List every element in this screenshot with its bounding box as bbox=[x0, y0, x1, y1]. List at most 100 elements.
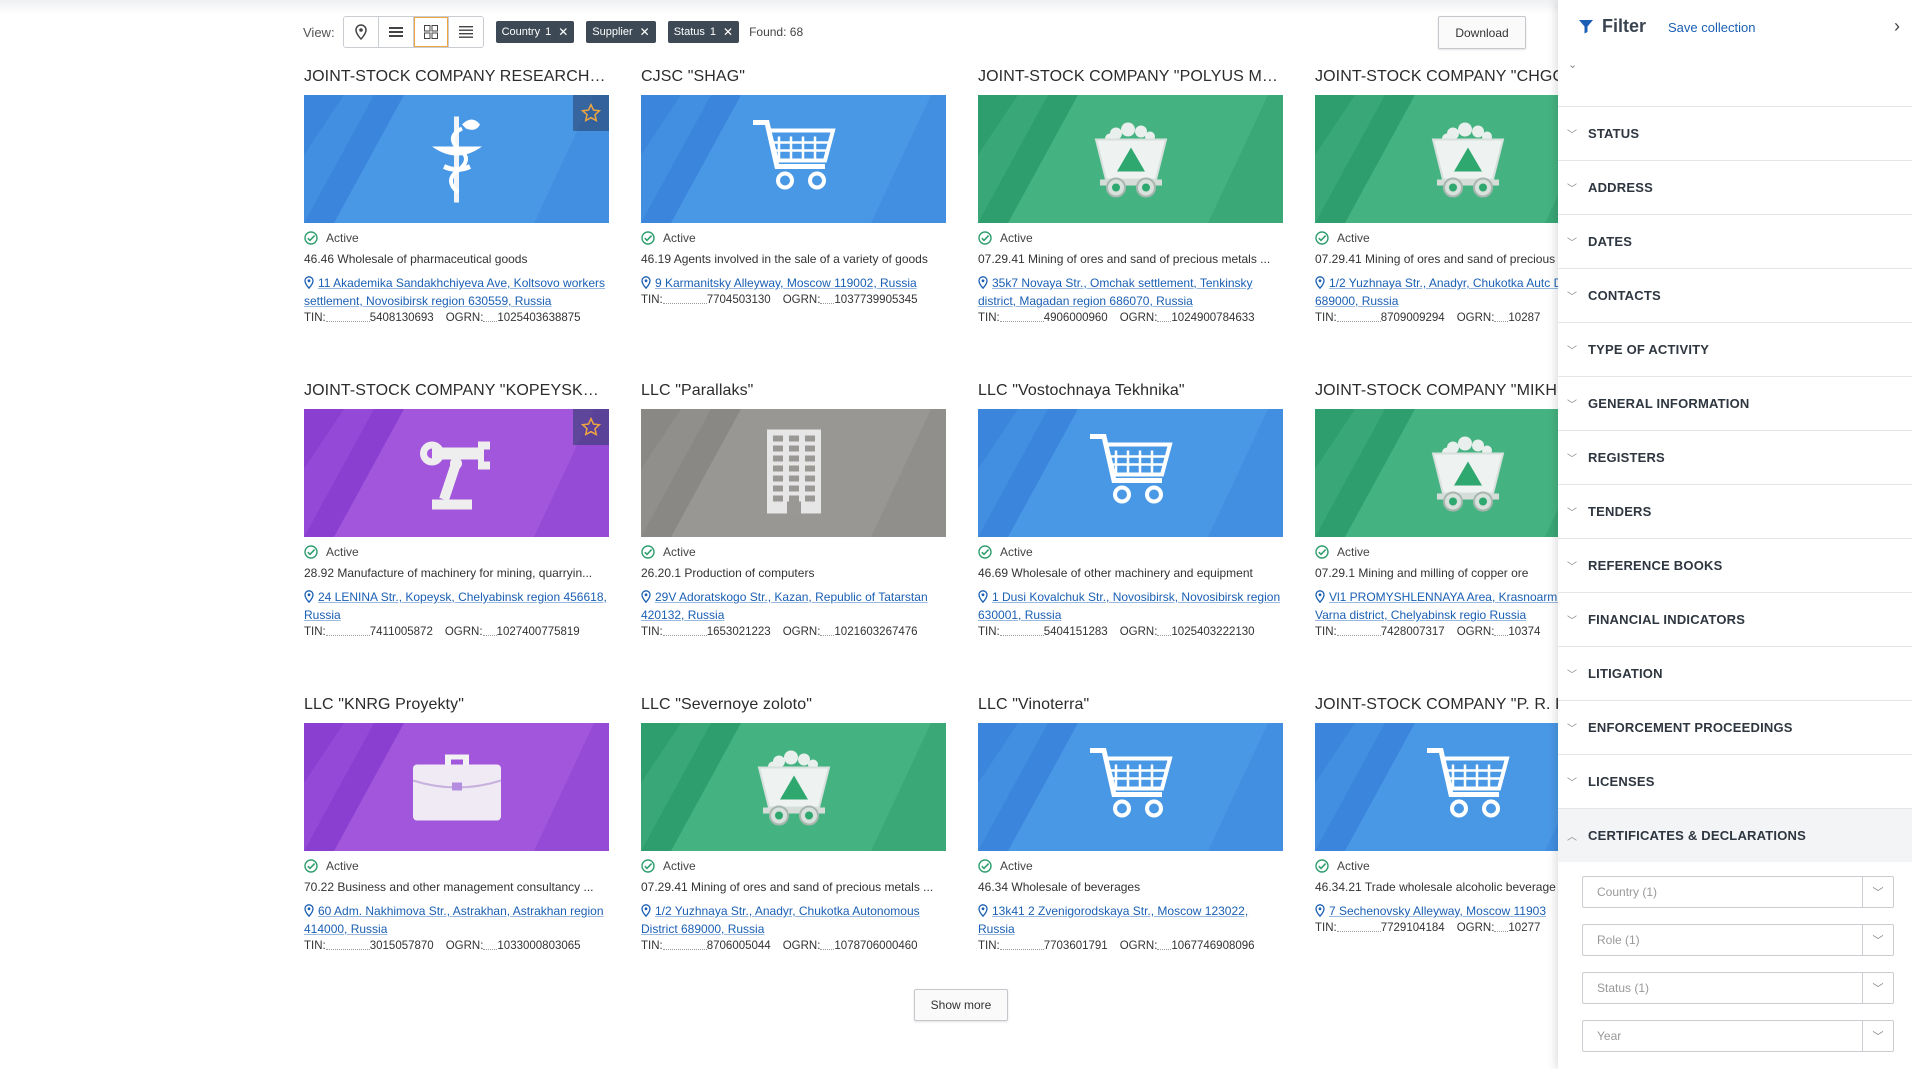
company-name[interactable]: LLC "KNRG Proyekty" bbox=[304, 694, 609, 716]
company-banner[interactable] bbox=[641, 95, 946, 223]
filter-section-financial-indicators[interactable]: ﹀ FINANCIAL INDICATORS bbox=[1558, 592, 1912, 646]
location-pin-icon bbox=[978, 904, 988, 917]
collapse-panel-chevron-icon[interactable]: › bbox=[1894, 16, 1900, 37]
filter-section-reference-books[interactable]: ﹀ REFERENCE BOOKS bbox=[1558, 538, 1912, 592]
shopping-cart-icon bbox=[1086, 431, 1176, 516]
filter-select-year[interactable]: Year ﹀ bbox=[1582, 1020, 1894, 1052]
filter-section-litigation[interactable]: ﹀ LITIGATION bbox=[1558, 646, 1912, 700]
status-badge: Active bbox=[304, 230, 609, 246]
company-banner[interactable] bbox=[304, 409, 609, 537]
location-pin-icon bbox=[641, 276, 651, 289]
company-card[interactable]: LLC "Severnoye zoloto" Active 07.29.41 M… bbox=[641, 694, 946, 954]
filter-section-registers[interactable]: ﹀ REGISTERS bbox=[1558, 430, 1912, 484]
filter-section-contacts[interactable]: ﹀ CONTACTS bbox=[1558, 268, 1912, 322]
company-banner[interactable] bbox=[304, 95, 609, 223]
company-card[interactable]: JOINT-STOCK COMPANY "CHGGK Active 07.29.… bbox=[1315, 66, 1558, 326]
favorite-star-icon[interactable] bbox=[573, 409, 609, 445]
company-banner[interactable] bbox=[978, 723, 1283, 851]
company-banner[interactable] bbox=[641, 723, 946, 851]
save-collection-link[interactable]: Save collection bbox=[1668, 20, 1755, 35]
address-link[interactable]: 29V Adoratskogo Str., Kazan, Republic of… bbox=[641, 588, 946, 624]
filter-select-country[interactable]: Country (1) ﹀ bbox=[1582, 876, 1894, 908]
company-card[interactable]: JOINT-STOCK COMPANY RESEARCH A... Active… bbox=[304, 66, 609, 326]
favorite-star-icon[interactable] bbox=[573, 95, 609, 131]
filter-section-status[interactable]: ﹀ STATUS bbox=[1558, 106, 1912, 160]
company-banner[interactable] bbox=[641, 409, 946, 537]
address-link[interactable]: Vl1 PROMYSHLENNAYA Area, Krasnoarm settl… bbox=[1315, 588, 1558, 624]
company-banner[interactable] bbox=[1315, 409, 1558, 537]
company-name[interactable]: LLC "Severnoye zoloto" bbox=[641, 694, 946, 716]
activity-description: 46.34 Wholesale of beverages bbox=[978, 880, 1141, 894]
company-card[interactable]: JOINT-STOCK COMPANY "KOPEYSKY ... Active… bbox=[304, 380, 609, 640]
company-card[interactable]: JOINT-STOCK COMPANY "P. R. RU Active 46.… bbox=[1315, 694, 1558, 936]
company-banner[interactable] bbox=[978, 409, 1283, 537]
collapse-all-icon[interactable]: ⌄ bbox=[1568, 58, 1577, 71]
toolbar: View: Country 1 ✕ Supplier ✕ Status 1 ✕ Found… bbox=[303, 16, 803, 48]
filter-section-type-of-activity[interactable]: ﹀ TYPE OF ACTIVITY bbox=[1558, 322, 1912, 376]
activity-description: 46.46 Wholesale of pharmaceutical goods bbox=[304, 252, 528, 266]
company-name[interactable]: JOINT-STOCK COMPANY "MIKHE bbox=[1315, 380, 1558, 402]
address-link[interactable]: 9 Karmanitsky Alleyway, Moscow 119002, R… bbox=[641, 274, 946, 292]
address-link[interactable]: 24 LENINA Str., Kopeysk, Chelyabinsk reg… bbox=[304, 588, 609, 624]
close-icon[interactable]: ✕ bbox=[558, 25, 568, 39]
show-more-button[interactable]: Show more bbox=[914, 989, 1008, 1021]
company-name[interactable]: JOINT-STOCK COMPANY "POLYUS MA... bbox=[978, 66, 1283, 88]
company-banner[interactable] bbox=[978, 95, 1283, 223]
company-card[interactable]: CJSC "SHAG" Active 46.19 Agents involved… bbox=[641, 66, 946, 308]
address-link[interactable]: 1/2 Yuzhnaya Str., Anadyr, Chukotka Autc… bbox=[1315, 274, 1558, 310]
address-link[interactable]: 11 Akademika Sandakhchiyeva Ave, Koltsov… bbox=[304, 274, 609, 310]
company-name[interactable]: LLC "Vinoterra" bbox=[978, 694, 1283, 716]
filter-chip-supplier[interactable]: Supplier ✕ bbox=[586, 21, 656, 43]
address-link[interactable]: 7 Sechenovsky Alleyway, Moscow 11903 bbox=[1315, 902, 1558, 920]
filter-select-role[interactable]: Role (1) ﹀ bbox=[1582, 924, 1894, 956]
location-pin-icon bbox=[1315, 904, 1325, 917]
company-name[interactable]: LLC "Parallaks" bbox=[641, 380, 946, 402]
chevron-down-icon: ﹀ bbox=[1567, 562, 1577, 573]
filter-chip-status[interactable]: Status 1 ✕ bbox=[667, 21, 740, 43]
company-name[interactable]: JOINT-STOCK COMPANY "P. R. RU bbox=[1315, 694, 1558, 716]
ogrn-label: OGRN: bbox=[1456, 922, 1495, 934]
filter-section-licenses[interactable]: ﹀ LICENSES bbox=[1558, 754, 1912, 808]
company-card[interactable]: LLC "Parallaks" Active 26.20.1 Productio… bbox=[641, 380, 946, 640]
company-card[interactable]: LLC "KNRG Proyekty" Active 70.22 Busines… bbox=[304, 694, 609, 954]
grid-view-button[interactable] bbox=[413, 17, 449, 47]
check-circle-icon bbox=[978, 859, 992, 873]
company-card[interactable]: LLC "Vinoterra" Active 46.34 Wholesale o… bbox=[978, 694, 1283, 954]
filter-chip-country[interactable]: Country 1 ✕ bbox=[495, 21, 575, 43]
filter-section-tenders[interactable]: ﹀ TENDERS bbox=[1558, 484, 1912, 538]
company-banner[interactable] bbox=[1315, 723, 1558, 851]
filter-section-enforcement-proceedings[interactable]: ﹀ ENFORCEMENT PROCEEDINGS bbox=[1558, 700, 1912, 754]
close-icon[interactable]: ✕ bbox=[723, 25, 733, 39]
filter-title: Filter bbox=[1602, 16, 1647, 36]
filter-select-status[interactable]: Status (1) ﹀ bbox=[1582, 972, 1894, 1004]
address-link[interactable]: 1/2 Yuzhnaya Str., Anadyr, Chukotka Auto… bbox=[641, 902, 946, 938]
company-card[interactable]: JOINT-STOCK COMPANY "MIKHE Active 07.29.… bbox=[1315, 380, 1558, 640]
company-name[interactable]: LLC "Vostochnaya Tekhnika" bbox=[978, 380, 1283, 402]
compact-list-view-button[interactable] bbox=[448, 17, 483, 47]
filter-section-dates[interactable]: ﹀ DATES bbox=[1558, 214, 1912, 268]
address-link[interactable]: 1 Dusi Kovalchuk Str., Novosibirsk, Novo… bbox=[978, 588, 1283, 624]
activity-description: 28.92 Manufacture of machinery for minin… bbox=[304, 566, 593, 580]
ogrn-label: OGRN: bbox=[1119, 626, 1158, 638]
close-icon[interactable]: ✕ bbox=[640, 25, 650, 39]
address-link[interactable]: 13k41 2 Zvenigorodskaya Str., Moscow 123… bbox=[978, 902, 1283, 938]
chevron-down-icon: ﹀ bbox=[1567, 400, 1577, 411]
filter-section-certificates-declarations[interactable]: ︿ CERTIFICATES & DECLARATIONS bbox=[1558, 808, 1912, 862]
filter-section-general-information[interactable]: ﹀ GENERAL INFORMATION bbox=[1558, 376, 1912, 430]
map-view-button[interactable] bbox=[343, 17, 379, 47]
company-name[interactable]: JOINT-STOCK COMPANY "CHGGK bbox=[1315, 66, 1558, 88]
company-card[interactable]: LLC "Vostochnaya Tekhnika" Active 46.69 … bbox=[978, 380, 1283, 640]
address-link[interactable]: 35k7 Novaya Str., Omchak settlement, Ten… bbox=[978, 274, 1283, 310]
download-button[interactable]: Download bbox=[1438, 16, 1526, 49]
company-name[interactable]: JOINT-STOCK COMPANY RESEARCH A... bbox=[304, 66, 609, 88]
list-view-button[interactable] bbox=[378, 17, 414, 47]
company-banner[interactable] bbox=[1315, 95, 1558, 223]
address-link[interactable]: 60 Adm. Nakhimova Str., Astrakhan, Astra… bbox=[304, 902, 609, 938]
company-card[interactable]: JOINT-STOCK COMPANY "POLYUS MA... Active… bbox=[978, 66, 1283, 326]
registration-ids: TIN: 7703601791 OGRN: 1067746908096 bbox=[978, 938, 1283, 954]
company-name[interactable]: CJSC "SHAG" bbox=[641, 66, 946, 88]
company-name[interactable]: JOINT-STOCK COMPANY "KOPEYSKY ... bbox=[304, 380, 609, 402]
filter-section-address[interactable]: ﹀ ADDRESS bbox=[1558, 160, 1912, 214]
registration-ids: TIN: 4906000960 OGRN: 1024900784633 bbox=[978, 310, 1283, 326]
company-banner[interactable] bbox=[304, 723, 609, 851]
